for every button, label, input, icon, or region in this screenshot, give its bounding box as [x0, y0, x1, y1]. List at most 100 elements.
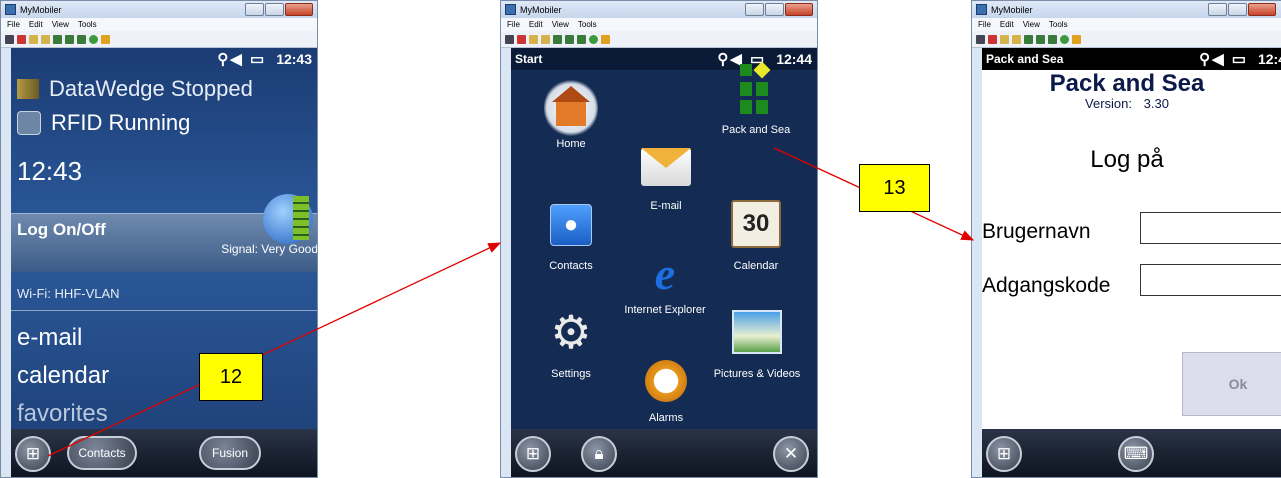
toolbar-pointer-icon[interactable] [601, 34, 610, 44]
toolbar-cut-icon[interactable] [17, 34, 26, 44]
ok-button[interactable]: Ok [1182, 352, 1281, 416]
tile-home[interactable]: Home [541, 78, 601, 150]
window-titlebar[interactable]: MyMobiler [1, 1, 317, 18]
tile-email[interactable]: E-mail [631, 148, 701, 212]
tile-pack-and-sea[interactable]: Pack and Sea [716, 61, 796, 136]
minimize-button[interactable] [1208, 3, 1227, 16]
toolbar-screen-icon[interactable] [553, 34, 562, 44]
close-start-button[interactable]: ✕ [773, 436, 809, 472]
toolbar-paste-icon[interactable] [541, 34, 550, 44]
rfid-status: RFID Running [51, 110, 191, 135]
fusion-softkey[interactable]: Fusion [199, 436, 261, 470]
toolbar-copy-icon[interactable] [529, 34, 538, 44]
toolbar-copy-icon[interactable] [1000, 34, 1009, 44]
tile-contacts[interactable]: ● Contacts [535, 204, 607, 272]
menubar: File Edit View Tools [972, 18, 1281, 31]
app-icon [505, 4, 516, 15]
username-input[interactable] [1140, 212, 1281, 244]
status-title: Start [515, 52, 543, 66]
toolbar-screen2-icon[interactable] [565, 34, 574, 44]
menu-edit[interactable]: Edit [529, 20, 543, 29]
toolbar-refresh-icon[interactable] [89, 34, 98, 44]
tile-internet-explorer[interactable]: e Internet Explorer [615, 251, 715, 317]
toolbar-refresh-icon[interactable] [1060, 34, 1069, 44]
toolbar-screen-icon[interactable] [53, 34, 62, 44]
toolbar-paste-icon[interactable] [1012, 34, 1021, 44]
menu-view[interactable]: View [52, 20, 69, 29]
toolbar-save-icon[interactable] [5, 34, 14, 44]
window-title: MyMobiler [20, 4, 62, 15]
tile-pictures-videos[interactable]: Pictures & Videos [707, 310, 807, 380]
minimize-button[interactable] [245, 3, 264, 16]
menu-edit[interactable]: Edit [29, 20, 43, 29]
maximize-button[interactable] [1228, 3, 1247, 16]
maximize-button[interactable] [765, 3, 784, 16]
toolbar-save-icon[interactable] [505, 34, 514, 44]
start-button[interactable]: ⊞ [986, 436, 1022, 472]
email-icon [641, 148, 691, 186]
close-button[interactable] [285, 3, 313, 16]
logon-bar[interactable]: Log On/Off Signal: Very Good [11, 194, 317, 272]
toolbar-screen2-icon[interactable] [65, 34, 74, 44]
gear-icon: ⚙ [550, 306, 592, 358]
status-icons: ⚲◀ ▭ [1199, 51, 1248, 68]
start-button[interactable]: ⊞ [515, 436, 551, 472]
toolbar-pointer-icon[interactable] [101, 34, 110, 44]
menu-view[interactable]: View [552, 20, 569, 29]
link-favorites[interactable]: favorites [17, 400, 108, 428]
toolbar-screen-icon[interactable] [1024, 34, 1033, 44]
menu-tools[interactable]: Tools [78, 20, 97, 29]
lock-button[interactable]: 🔒︎ [581, 436, 617, 472]
version-label: Version: [1085, 96, 1133, 111]
logon-label: Log On/Off [17, 220, 106, 239]
toolbar [501, 31, 817, 48]
tile-pictures-videos-label: Pictures & Videos [713, 368, 801, 380]
toolbar-screen3-icon[interactable] [1048, 34, 1057, 44]
menu-tools[interactable]: Tools [578, 20, 597, 29]
close-button[interactable] [785, 3, 813, 16]
datawedge-row[interactable]: DataWedge Stopped [17, 76, 253, 102]
tile-settings[interactable]: ⚙ Settings [535, 306, 607, 380]
toolbar-cut-icon[interactable] [517, 34, 526, 44]
tile-home-label: Home [556, 138, 586, 150]
mymobiler-window-3: MyMobiler File Edit View Tools Pack and … [971, 0, 1281, 478]
version-value: 3.30 [1143, 96, 1169, 111]
mymobiler-window-2: MyMobiler File Edit View Tools Start ⚲◀ … [500, 0, 818, 478]
toolbar-pointer-icon[interactable] [1072, 34, 1081, 44]
toolbar-screen2-icon[interactable] [1036, 34, 1045, 44]
rfid-row[interactable]: RFID Running [17, 110, 190, 136]
menu-tools[interactable]: Tools [1049, 20, 1068, 29]
mymobiler-window-1: MyMobiler File Edit View Tools ⚲◀ ▭ 12:4… [0, 0, 318, 478]
toolbar-save-icon[interactable] [976, 34, 985, 44]
tile-alarms[interactable]: Alarms [631, 360, 701, 424]
window-titlebar[interactable]: MyMobiler [501, 1, 817, 18]
start-button[interactable]: ⊞ [15, 436, 51, 472]
minimize-button[interactable] [745, 3, 764, 16]
close-button[interactable] [1248, 3, 1276, 16]
toolbar-screen3-icon[interactable] [577, 34, 586, 44]
password-input[interactable] [1140, 264, 1281, 296]
contacts-icon: ● [550, 204, 592, 246]
window-titlebar[interactable]: MyMobiler [972, 1, 1281, 18]
menu-file[interactable]: File [7, 20, 20, 29]
link-email[interactable]: e-mail [17, 324, 82, 352]
tile-calendar[interactable]: 30 Calendar [716, 200, 796, 272]
toolbar-cut-icon[interactable] [988, 34, 997, 44]
menu-edit[interactable]: Edit [1000, 20, 1014, 29]
toolbar-copy-icon[interactable] [29, 34, 38, 44]
keyboard-button[interactable]: ⌨ [1118, 436, 1154, 472]
toolbar-paste-icon[interactable] [41, 34, 50, 44]
clock: 12:43 [17, 156, 83, 186]
toolbar-screen3-icon[interactable] [77, 34, 86, 44]
wifi-label[interactable]: Wi-Fi: HHF-VLAN [17, 286, 120, 301]
menu-file[interactable]: File [507, 20, 520, 29]
device-screen-pack-and-sea: Pack and Sea ⚲◀ ▭ 12:4 Pack and Sea Vers… [982, 48, 1281, 477]
menu-view[interactable]: View [1023, 20, 1040, 29]
contacts-softkey[interactable]: Contacts [67, 436, 137, 470]
app-title: Pack and Sea [1049, 70, 1205, 97]
maximize-button[interactable] [265, 3, 284, 16]
toolbar-refresh-icon[interactable] [589, 34, 598, 44]
taskbar: ⊞ Contacts Fusion [11, 429, 317, 477]
menu-file[interactable]: File [978, 20, 991, 29]
link-calendar[interactable]: calendar [17, 362, 109, 390]
